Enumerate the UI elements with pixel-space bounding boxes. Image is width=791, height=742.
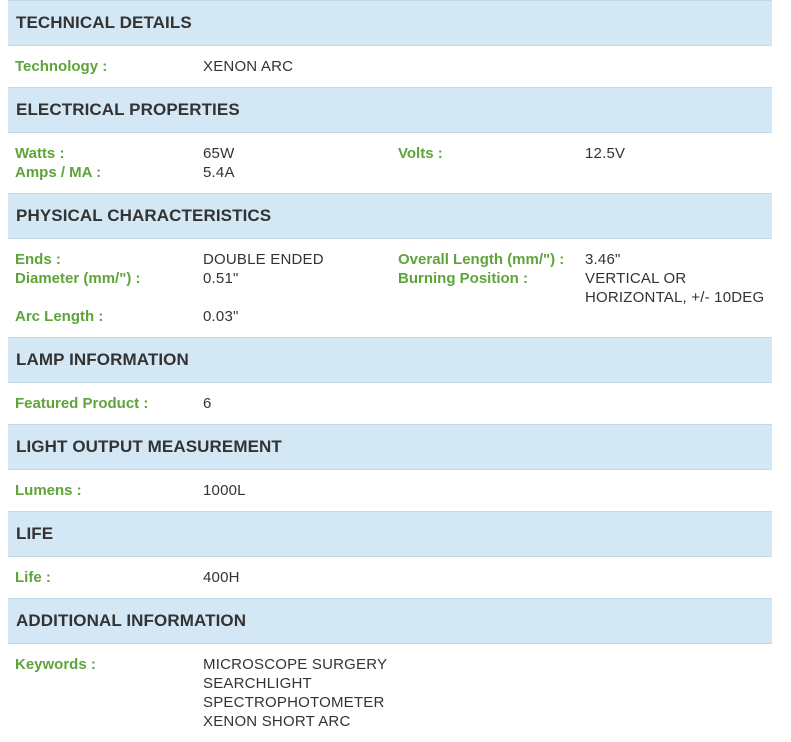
spec-label-keywords: Keywords : [15, 656, 96, 673]
spec-value-featured-product: 6 [203, 395, 212, 412]
spec-value-volts: 12.5V [585, 145, 626, 162]
keyword-item: SPECTROPHOTOMETER [203, 694, 385, 711]
keyword-item: MICROSCOPE SURGERY [203, 656, 388, 673]
spec-value-amps: 5.4A [203, 164, 235, 181]
spec-value-keywords: MICROSCOPE SURGERY SEARCHLIGHT SPECTROPH… [203, 655, 387, 731]
spec-label-volts: Volts : [398, 145, 443, 162]
spec-row: Amps / MA : 5.4A [8, 163, 772, 182]
spec-value-ends: DOUBLE ENDED [203, 251, 324, 268]
section-header-light-output-measurement: LIGHT OUTPUT MEASUREMENT [8, 424, 772, 470]
section-body-physical-characteristics: Ends : DOUBLE ENDED Overall Length (mm/"… [8, 239, 772, 337]
spec-label-watts: Watts : [15, 145, 65, 162]
spec-row: Diameter (mm/") : 0.51" Burning Position… [8, 269, 772, 307]
section-body-life: Life : 400H [8, 557, 772, 598]
keyword-item: XENON SHORT ARC [203, 713, 351, 730]
spec-label-amps: Amps / MA : [15, 164, 102, 181]
spec-row: Life : 400H [8, 568, 772, 587]
section-header-life: LIFE [8, 511, 772, 557]
spec-row: Ends : DOUBLE ENDED Overall Length (mm/"… [8, 250, 772, 269]
section-body-electrical-properties: Watts : 65W Volts : 12.5V Amps / MA : 5.… [8, 133, 772, 193]
spec-label-diameter: Diameter (mm/") : [15, 270, 141, 287]
spec-value-life: 400H [203, 569, 240, 586]
spec-label-burning-position: Burning Position : [398, 270, 528, 287]
section-header-electrical-properties: ELECTRICAL PROPERTIES [8, 87, 772, 133]
section-header-technical-details: TECHNICAL DETAILS [8, 0, 772, 46]
spec-label-technology: Technology : [15, 58, 108, 75]
spec-row: Lumens : 1000L [8, 481, 772, 500]
spec-value-technology: XENON ARC [203, 58, 294, 75]
spec-value-watts: 65W [203, 145, 235, 162]
spec-row: Featured Product : 6 [8, 394, 772, 413]
section-header-lamp-information: LAMP INFORMATION [8, 337, 772, 383]
spec-row: Watts : 65W Volts : 12.5V [8, 144, 772, 163]
spec-value-burning-position: VERTICAL OR HORIZONTAL, +/- 10DEG [585, 269, 764, 307]
spec-label-lumens: Lumens : [15, 482, 82, 499]
spec-label-ends: Ends : [15, 251, 61, 268]
spec-label-featured-product: Featured Product : [15, 395, 149, 412]
section-body-additional-information: Keywords : MICROSCOPE SURGERY SEARCHLIGH… [8, 644, 772, 742]
keyword-item: SEARCHLIGHT [203, 675, 312, 692]
section-header-additional-information: ADDITIONAL INFORMATION [8, 598, 772, 644]
spec-value-diameter: 0.51" [203, 270, 239, 287]
spec-value-overall-length: 3.46" [585, 251, 621, 268]
section-body-lamp-information: Featured Product : 6 [8, 383, 772, 424]
section-header-physical-characteristics: PHYSICAL CHARACTERISTICS [8, 193, 772, 239]
spec-table: TECHNICAL DETAILS Technology : XENON ARC… [8, 0, 772, 742]
spec-value-lumens: 1000L [203, 482, 246, 499]
spec-label-overall-length: Overall Length (mm/") : [398, 251, 565, 268]
section-body-light-output-measurement: Lumens : 1000L [8, 470, 772, 511]
spec-row: Arc Length : 0.03" [8, 307, 772, 326]
spec-value-line: VERTICAL OR [585, 270, 687, 287]
spec-label-life: Life : [15, 569, 51, 586]
spec-value-arc-length: 0.03" [203, 308, 239, 325]
spec-row: Keywords : MICROSCOPE SURGERY SEARCHLIGH… [8, 655, 772, 731]
spec-label-arc-length: Arc Length : [15, 308, 104, 325]
section-body-technical-details: Technology : XENON ARC [8, 46, 772, 87]
spec-value-line: HORIZONTAL, +/- 10DEG [585, 289, 765, 306]
spec-row: Technology : XENON ARC [8, 57, 772, 76]
